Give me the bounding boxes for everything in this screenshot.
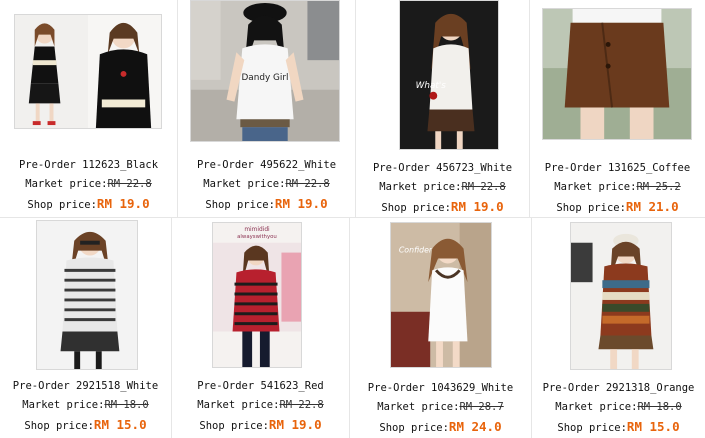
product-image[interactable] bbox=[14, 14, 162, 129]
product-info: Pre-Order 2921318_Orange Market price:RM… bbox=[532, 379, 705, 438]
market-price-label: Market price: bbox=[377, 401, 460, 413]
product-title-link[interactable]: Pre-Order 131625_Coffee bbox=[545, 162, 690, 174]
product-image[interactable] bbox=[542, 8, 692, 140]
shop-price-value: RM 24.0 bbox=[448, 419, 502, 434]
product-info: Pre-Order 131625_Coffee Market price:RM … bbox=[530, 159, 705, 218]
product-card: What's Pre-Order 456723_White Market pri… bbox=[356, 0, 530, 218]
product-grid: Pre-Order 112623_Black Market price:RM 2… bbox=[0, 0, 705, 438]
shop-price-label: Shop price: bbox=[556, 202, 626, 214]
product-title-link[interactable]: Pre-Order 541623_Red bbox=[197, 380, 323, 392]
product-title-link[interactable]: Pre-Order 495622_White bbox=[197, 159, 336, 171]
product-title-link[interactable]: Pre-Order 2921518_White bbox=[13, 380, 158, 392]
shop-price-label: Shop price: bbox=[24, 420, 94, 432]
shop-price-label: Shop price: bbox=[199, 420, 269, 432]
product-card: Pre-Order 112623_Black Market price:RM 2… bbox=[0, 0, 178, 218]
shirt-print-text: Dandy Girl bbox=[241, 73, 288, 83]
market-price-value: RM 22.8 bbox=[285, 178, 330, 190]
market-price-value: RM 22.8 bbox=[107, 178, 152, 190]
shop-price-value: RM 15.0 bbox=[93, 417, 147, 432]
product-title-link[interactable]: Pre-Order 456723_White bbox=[373, 162, 512, 174]
product-info: Pre-Order 456723_White Market price:RM 2… bbox=[356, 159, 529, 218]
product-image[interactable]: Confidence bbox=[390, 222, 492, 368]
market-price-value: RM 18.0 bbox=[104, 399, 149, 411]
product-info: Pre-Order 1043629_White Market price:RM … bbox=[350, 379, 531, 438]
product-image[interactable]: mimididi alwayswithyou bbox=[212, 222, 302, 368]
product-image[interactable]: Dandy Girl bbox=[190, 0, 340, 142]
shop-price-value: RM 19.0 bbox=[268, 417, 322, 432]
product-info: Pre-Order 2921518_White Market price:RM … bbox=[0, 377, 171, 436]
shop-price-label: Shop price: bbox=[379, 422, 449, 434]
product-info: Pre-Order 112623_Black Market price:RM 2… bbox=[0, 156, 177, 215]
image-overlay-text-2: alwayswithyou bbox=[237, 234, 277, 240]
market-price-value: RM 22.8 bbox=[461, 181, 506, 193]
market-price-label: Market price: bbox=[203, 178, 286, 190]
product-info: Pre-Order 541623_Red Market price:RM 22.… bbox=[172, 377, 349, 436]
product-card: Confidence Pre-Order 1043629_White Marke… bbox=[350, 218, 532, 438]
market-price-label: Market price: bbox=[197, 399, 280, 411]
shop-price-value: RM 19.0 bbox=[96, 196, 150, 211]
product-info: Pre-Order 495622_White Market price:RM 2… bbox=[178, 156, 355, 215]
product-title-link[interactable]: Pre-Order 2921318_Orange bbox=[543, 382, 695, 394]
product-card: Pre-Order 2921318_Orange Market price:RM… bbox=[532, 218, 705, 438]
product-image[interactable] bbox=[36, 220, 138, 370]
image-overlay-text: mimididi bbox=[244, 227, 270, 233]
market-price-value: RM 22.8 bbox=[279, 399, 324, 411]
product-card: mimididi alwayswithyou Pre-Order 541623_… bbox=[172, 218, 350, 438]
shop-price-label: Shop price: bbox=[205, 199, 275, 211]
market-price-label: Market price: bbox=[555, 401, 638, 413]
market-price-label: Market price: bbox=[379, 181, 462, 193]
image-overlay-text: What's bbox=[416, 81, 447, 91]
market-price-value: RM 28.7 bbox=[459, 401, 504, 413]
shop-price-value: RM 19.0 bbox=[450, 199, 504, 214]
market-price-value: RM 18.0 bbox=[637, 401, 682, 413]
product-card: Pre-Order 2921518_White Market price:RM … bbox=[0, 218, 172, 438]
shop-price-label: Shop price: bbox=[27, 199, 97, 211]
product-card: Pre-Order 131625_Coffee Market price:RM … bbox=[530, 0, 705, 218]
shop-price-value: RM 19.0 bbox=[274, 196, 328, 211]
product-title-link[interactable]: Pre-Order 112623_Black bbox=[19, 159, 158, 171]
market-price-label: Market price: bbox=[554, 181, 637, 193]
product-card: Dandy Girl Pre-Order 495622_White Market… bbox=[178, 0, 356, 218]
product-image[interactable]: What's bbox=[399, 0, 499, 150]
market-price-value: RM 25.2 bbox=[636, 181, 681, 193]
product-title-link[interactable]: Pre-Order 1043629_White bbox=[368, 382, 513, 394]
shop-price-label: Shop price: bbox=[557, 422, 627, 434]
shop-price-value: RM 15.0 bbox=[626, 419, 680, 434]
product-image[interactable] bbox=[570, 222, 672, 370]
market-price-label: Market price: bbox=[22, 399, 105, 411]
shop-price-value: RM 21.0 bbox=[625, 199, 679, 214]
market-price-label: Market price: bbox=[25, 178, 108, 190]
shop-price-label: Shop price: bbox=[381, 202, 451, 214]
